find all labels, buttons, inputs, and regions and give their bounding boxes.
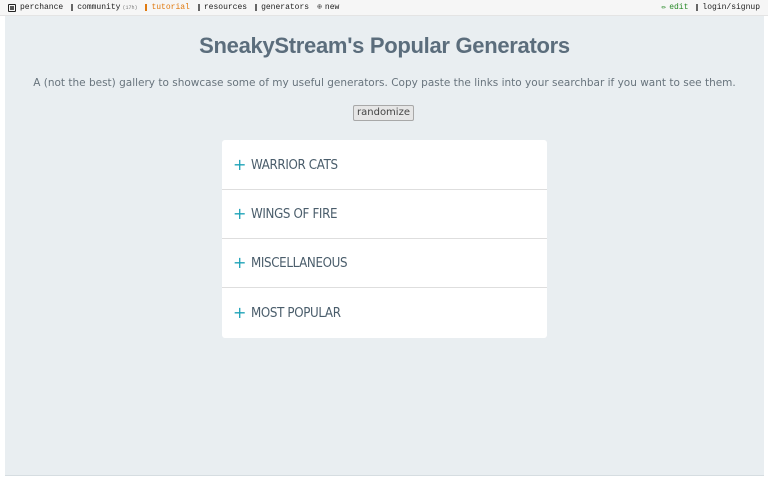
nav-edit[interactable]: ✏ edit xyxy=(661,3,688,12)
nav-perchance-label: perchance xyxy=(20,3,64,12)
nav-resources-label: resources xyxy=(203,3,248,12)
nav-new[interactable]: ⊕ new xyxy=(317,3,339,12)
page-title: SneakyStream's Popular Generators xyxy=(199,33,570,58)
nav-community-label: community xyxy=(77,3,121,12)
nav-tutorial[interactable]: tutorial xyxy=(145,3,190,12)
nav-login[interactable]: login/signup xyxy=(696,3,760,12)
die-icon xyxy=(8,3,16,12)
nav-edit-label: edit xyxy=(669,3,689,12)
book-icon xyxy=(145,4,148,11)
nav-generators[interactable]: generators xyxy=(255,3,309,12)
plus-icon: + xyxy=(233,303,247,322)
plus-icon: + xyxy=(233,204,247,223)
top-nav-right: ✏ edit login/signup xyxy=(661,3,760,12)
accordion-item-label: MISCELLANEOUS xyxy=(251,255,348,271)
pencil-icon: ✏ xyxy=(661,2,667,12)
plus-icon: + xyxy=(233,154,247,174)
nav-community[interactable]: community (17h) xyxy=(71,3,137,12)
accordion-item-label: MOST POPULAR xyxy=(251,305,341,321)
nav-generators-label: generators xyxy=(261,3,310,12)
nav-resources[interactable]: resources xyxy=(197,3,248,12)
accordion-item-most-popular[interactable]: + MOST POPULAR xyxy=(222,288,547,338)
plus-circle-icon: ⊕ xyxy=(317,2,322,12)
community-badge: (17h) xyxy=(122,4,138,11)
accordion-item-label: WARRIOR CATS xyxy=(251,156,338,173)
randomize-button[interactable]: randomize xyxy=(353,105,414,121)
accordion-item-label: WINGS OF FIRE xyxy=(251,206,338,222)
nav-new-label: new xyxy=(324,3,340,12)
accordion-item-miscellaneous[interactable]: + MISCELLANEOUS xyxy=(222,239,547,288)
category-accordion: + WARRIOR CATS + WINGS OF FIRE + MISCELL… xyxy=(222,140,547,338)
nav-tutorial-label: tutorial xyxy=(151,3,190,12)
list-icon xyxy=(255,4,258,11)
top-nav-bar: perchance community (17h) tutorial resou… xyxy=(0,0,768,16)
plus-icon: + xyxy=(233,253,247,272)
user-icon xyxy=(696,4,699,11)
nav-perchance[interactable]: perchance xyxy=(8,3,63,12)
page-description: A (not the best) gallery to showcase som… xyxy=(33,77,736,89)
accordion-item-warrior-cats[interactable]: + WARRIOR CATS xyxy=(222,140,547,190)
nav-login-label: login/signup xyxy=(702,3,760,12)
accordion-item-wings-of-fire[interactable]: + WINGS OF FIRE xyxy=(222,190,547,239)
top-nav-left: perchance community (17h) tutorial resou… xyxy=(8,3,339,12)
chat-icon xyxy=(71,4,74,11)
generator-output-area: SneakyStream's Popular Generators A (not… xyxy=(5,16,764,476)
box-icon xyxy=(197,4,200,11)
